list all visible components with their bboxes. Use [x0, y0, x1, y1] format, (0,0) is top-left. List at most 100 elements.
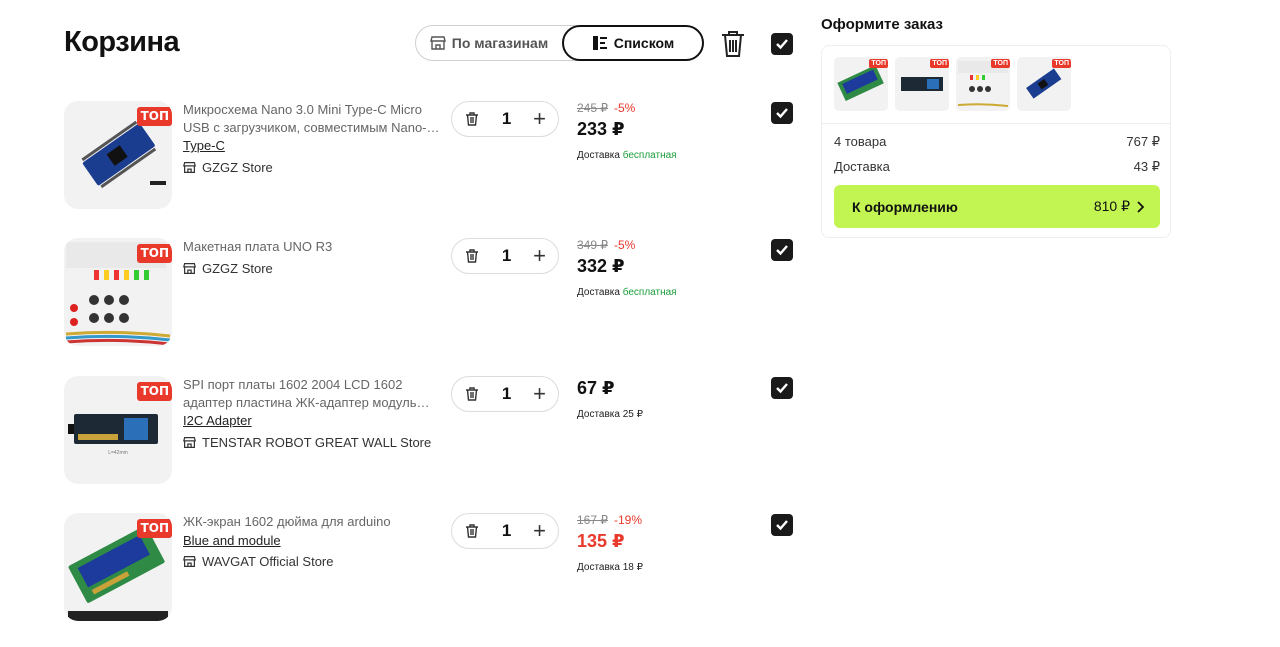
goods-total: 767 ₽	[1126, 134, 1160, 149]
quantity-value: 1	[501, 521, 512, 540]
checkbox-icon	[776, 520, 788, 531]
top-badge: ТОП	[136, 107, 172, 126]
delivery-total: 43 ₽	[1133, 159, 1160, 174]
trash-icon[interactable]	[464, 111, 480, 127]
discount-badge: -5%	[614, 101, 636, 115]
quantity-value: 1	[501, 109, 512, 128]
current-price: 135 ₽	[577, 531, 625, 551]
toggle-list-label: Списком	[613, 35, 675, 51]
summary-thumb[interactable]: ТОП	[834, 57, 888, 111]
product-image[interactable]: L=42mm ТОП	[64, 376, 172, 484]
top-badge: ТОП	[869, 59, 888, 68]
item-checkbox[interactable]	[771, 102, 793, 124]
delivery-info: Доставка бесплатная	[577, 150, 677, 161]
summary-thumb[interactable]: ТОП	[895, 57, 949, 111]
summary-delivery-row: Доставка 43 ₽	[834, 159, 1160, 175]
current-price: 67 ₽	[577, 378, 615, 398]
divider	[822, 123, 1170, 124]
product-variant[interactable]: Type-C	[183, 138, 225, 153]
product-name[interactable]: ЖК-экран 1602 дюйма для arduino	[183, 513, 445, 531]
store-link[interactable]: TENSTAR ROBOT GREAT WALL Store	[183, 435, 431, 450]
top-badge: ТОП	[136, 244, 172, 263]
cart-item: ТОП Микросхема Nano 3.0 Mini Type-C Micr…	[64, 101, 804, 211]
toggle-by-store-label: По магазинам	[451, 35, 549, 51]
summary-title: Оформите заказ	[821, 16, 943, 33]
page-title: Корзина	[64, 26, 180, 58]
item-checkbox[interactable]	[771, 239, 793, 261]
cart-item: ТОП ЖК-экран 1602 дюйма для arduino Blue…	[64, 513, 804, 623]
checkbox-icon	[776, 383, 788, 394]
trash-icon	[722, 31, 744, 57]
current-price: 332 ₽	[577, 256, 625, 276]
trash-icon[interactable]	[464, 523, 480, 539]
cart-item: ТОП Макетная плата UNO R3 GZGZ Store 1 +…	[64, 238, 804, 348]
chevron-right-icon	[1137, 200, 1144, 213]
product-image[interactable]: ТОП	[64, 513, 172, 621]
delete-selected-button[interactable]	[720, 30, 746, 58]
summary-thumbnails: ТОП ТОП ТОП ТОП	[834, 57, 1071, 111]
cart-item: L=42mm ТОП SPI порт платы 1602 2004 LCD …	[64, 376, 804, 486]
checkbox-icon	[776, 39, 788, 50]
delivery-info: Доставка 25 ₽	[577, 409, 643, 420]
delivery-label: Доставка	[834, 159, 890, 174]
product-name[interactable]: Макетная плата UNO R3	[183, 238, 445, 256]
price-block: 245 ₽ -5% 233 ₽ Доставка бесплатная	[577, 101, 737, 161]
item-checkbox[interactable]	[771, 514, 793, 536]
summary-thumb[interactable]: ТОП	[1017, 57, 1071, 111]
discount-badge: -19%	[614, 513, 643, 527]
store-icon	[183, 556, 196, 567]
item-checkbox[interactable]	[771, 377, 793, 399]
product-name[interactable]: SPI порт платы 1602 2004 LCD 1602 адапте…	[183, 376, 445, 412]
checkbox-icon	[776, 108, 788, 119]
goods-count: 4 товара	[834, 134, 887, 149]
old-price: 245 ₽	[577, 101, 608, 115]
price-block: 67 ₽ Доставка 25 ₽	[577, 376, 737, 420]
store-link[interactable]: GZGZ Store	[183, 261, 273, 276]
top-badge: ТОП	[1052, 59, 1071, 68]
product-variant[interactable]: Blue and module	[183, 533, 281, 548]
plus-icon[interactable]: +	[533, 383, 546, 405]
quantity-value: 1	[501, 384, 512, 403]
view-toggle: По магазинам Списком	[415, 25, 704, 61]
top-badge: ТОП	[136, 519, 172, 538]
checkbox-icon	[776, 245, 788, 256]
product-image[interactable]: ТОП	[64, 101, 172, 209]
store-link[interactable]: GZGZ Store	[183, 160, 273, 175]
checkout-label: К оформлению	[852, 198, 958, 215]
delivery-info: Доставка 18 ₽	[577, 562, 643, 573]
top-badge: ТОП	[136, 382, 172, 401]
product-variant[interactable]: I2C Adapter	[183, 413, 252, 428]
price-block: 167 ₽ -19% 135 ₽ Доставка 18 ₽	[577, 513, 737, 573]
quantity-stepper: 1 +	[451, 376, 559, 412]
discount-badge: -5%	[614, 238, 636, 252]
trash-icon[interactable]	[464, 248, 480, 264]
store-icon	[183, 437, 196, 448]
product-image[interactable]: ТОП	[64, 238, 172, 346]
toggle-list[interactable]: Списком	[562, 25, 704, 61]
store-icon	[183, 263, 196, 274]
summary-thumb[interactable]: ТОП	[956, 57, 1010, 111]
plus-icon[interactable]: +	[533, 245, 546, 267]
trash-icon[interactable]	[464, 386, 480, 402]
current-price: 233 ₽	[577, 119, 625, 139]
old-price: 349 ₽	[577, 238, 608, 252]
quantity-value: 1	[501, 246, 512, 265]
select-all-checkbox[interactable]	[771, 33, 793, 55]
product-name[interactable]: Микросхема Nano 3.0 Mini Type-C Micro US…	[183, 101, 445, 137]
top-badge: ТОП	[930, 59, 949, 68]
store-link[interactable]: WAVGAT Official Store	[183, 554, 333, 569]
store-name: GZGZ Store	[202, 160, 273, 175]
price-block: 349 ₽ -5% 332 ₽ Доставка бесплатная	[577, 238, 737, 298]
plus-icon[interactable]: +	[533, 108, 546, 130]
quantity-stepper: 1 +	[451, 513, 559, 549]
delivery-info: Доставка бесплатная	[577, 287, 677, 298]
top-badge: ТОП	[991, 59, 1010, 68]
svg-text:L=42mm: L=42mm	[108, 450, 128, 456]
store-icon	[183, 162, 196, 173]
checkout-button[interactable]: К оформлению 810 ₽	[834, 185, 1160, 228]
list-icon	[592, 36, 607, 50]
quantity-stepper: 1 +	[451, 101, 559, 137]
toggle-by-store[interactable]: По магазинам	[416, 25, 562, 61]
plus-icon[interactable]: +	[533, 520, 546, 542]
quantity-stepper: 1 +	[451, 238, 559, 274]
